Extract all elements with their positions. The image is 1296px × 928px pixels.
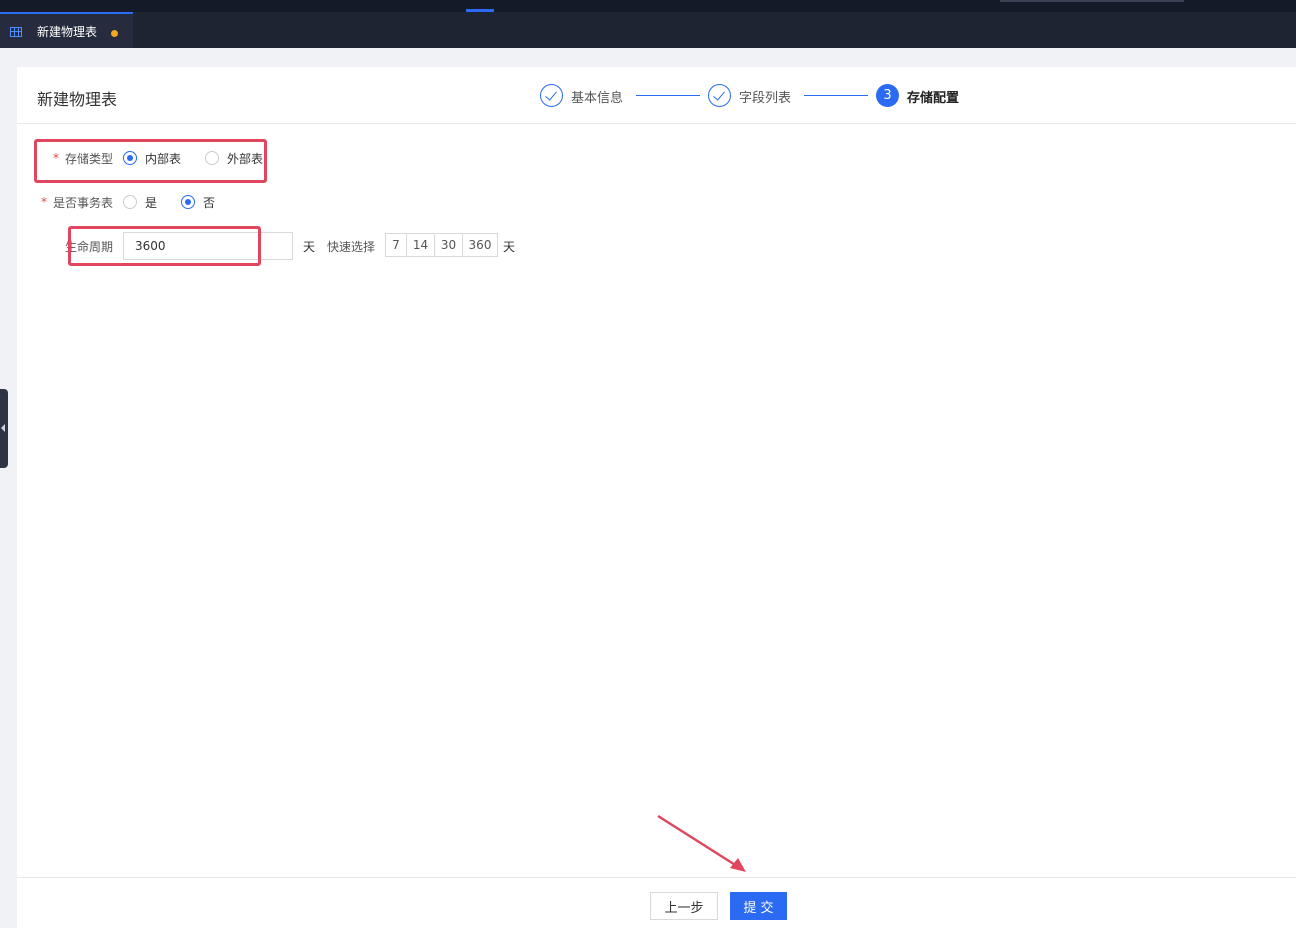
quick-option-360[interactable]: 360 xyxy=(462,233,498,257)
step-connector xyxy=(636,95,700,96)
radio-label-no[interactable]: 否 xyxy=(203,194,215,211)
highlight-storage-type xyxy=(34,139,267,183)
tab-label: 新建物理表 xyxy=(37,25,98,39)
page-title: 新建物理表 xyxy=(37,90,118,109)
quick-select-unit: 天 xyxy=(503,240,516,254)
step-label-storage-config: 存储配置 xyxy=(907,91,960,106)
quick-option-7[interactable]: 7 xyxy=(385,233,407,257)
sidebar-collapse-handle[interactable] xyxy=(0,389,8,468)
top-search-edge xyxy=(1000,0,1184,2)
quick-select-group: 7 14 30 360 xyxy=(385,233,498,257)
step-label-basic-info: 基本信息 xyxy=(571,91,624,106)
panel-header: 新建物理表 基本信息 字段列表 3 存储配置 xyxy=(17,67,1296,124)
top-bar xyxy=(0,0,1296,12)
highlight-lifecycle xyxy=(68,226,261,266)
quick-option-30[interactable]: 30 xyxy=(434,233,463,257)
tab-new-physical-table[interactable]: 新建物理表 xyxy=(0,12,133,48)
required-mark: * xyxy=(41,195,47,209)
step-number-badge: 3 xyxy=(876,84,899,107)
step-done-check-icon xyxy=(540,84,563,107)
step-done-check-icon xyxy=(708,84,731,107)
prev-step-button[interactable]: 上一步 xyxy=(650,892,718,920)
radio-label-yes[interactable]: 是 xyxy=(145,194,157,211)
submit-button[interactable]: 提 交 xyxy=(730,892,787,920)
step-connector xyxy=(804,95,868,96)
main-panel: 新建物理表 基本信息 字段列表 3 存储配置 * 存储类型 内部表 外部表 * … xyxy=(17,67,1296,928)
footer-bar: 上一步 提 交 xyxy=(17,877,1296,928)
step-label-field-list: 字段列表 xyxy=(739,91,792,106)
transactional-label: 是否事务表 xyxy=(53,196,114,210)
quick-option-14[interactable]: 14 xyxy=(406,233,435,257)
unsaved-dot-icon xyxy=(111,30,118,37)
radio-transactional-no[interactable] xyxy=(181,195,195,209)
annotation-arrow-icon xyxy=(657,814,746,872)
quick-select-label: 快速选择 xyxy=(327,240,376,254)
lifecycle-unit: 天 xyxy=(303,240,316,254)
radio-transactional-yes[interactable] xyxy=(123,195,137,209)
table-grid-icon xyxy=(10,27,22,37)
tab-bar: 新建物理表 xyxy=(0,12,1296,48)
